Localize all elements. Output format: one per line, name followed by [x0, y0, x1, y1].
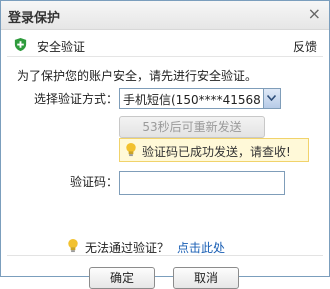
- verification-method-select[interactable]: 手机短信(150****41568: [119, 88, 281, 109]
- security-notice: 为了保护您的账户安全，请先进行安全验证。: [17, 69, 258, 83]
- sent-tip: 验证码已成功发送，请查收!: [119, 138, 309, 162]
- verification-code-input[interactable]: [119, 171, 285, 195]
- shield-check-icon: [14, 37, 27, 52]
- divider: [7, 255, 323, 256]
- chevron-down-icon[interactable]: [263, 89, 280, 108]
- ok-button[interactable]: 确定: [89, 267, 155, 289]
- title-bar[interactable]: 登录保护 ×: [1, 1, 329, 30]
- cancel-button[interactable]: 取消: [173, 267, 239, 289]
- code-label: 验证码：: [70, 175, 119, 189]
- dialog-content: 安全验证 反馈 为了保护您的账户安全，请先进行安全验证。 选择验证方式： 手机短…: [1, 30, 329, 289]
- lightbulb-icon: [126, 142, 136, 157]
- resend-button[interactable]: 53秒后可重新发送: [119, 116, 265, 138]
- lightbulb-icon: [68, 238, 78, 253]
- login-protection-dialog: 登录保护 × 安全验证 反馈 为了保护您的账户安全，请先进行安全验证。 选择验证…: [0, 0, 330, 289]
- close-icon[interactable]: ×: [308, 5, 321, 23]
- security-header: 安全验证 反馈: [7, 34, 323, 57]
- click-here-link[interactable]: 点击此处: [177, 239, 225, 256]
- method-value: 手机短信(150****41568: [123, 93, 261, 107]
- method-label: 选择验证方式：: [34, 92, 119, 106]
- security-title: 安全验证: [37, 40, 86, 54]
- cant-verify-text: 无法通过验证？: [85, 241, 170, 255]
- feedback-link[interactable]: 反馈: [293, 38, 317, 55]
- tip-text: 验证码已成功发送，请查收!: [142, 145, 291, 159]
- dialog-title: 登录保护: [8, 11, 61, 26]
